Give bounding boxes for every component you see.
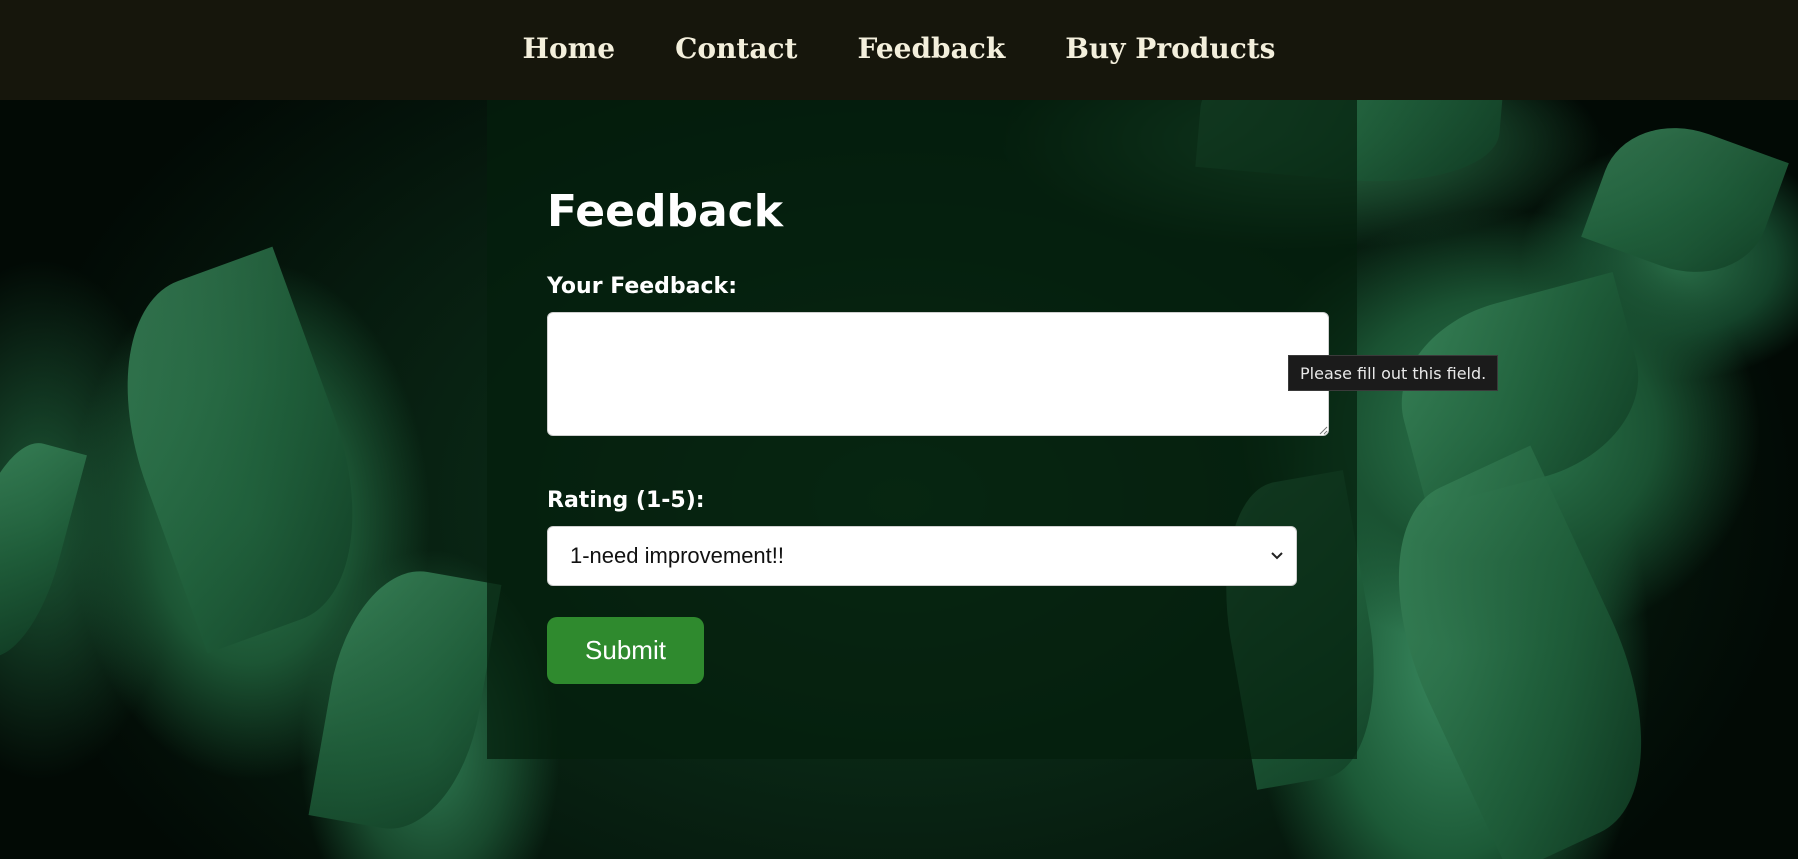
submit-button[interactable]: Submit	[547, 617, 704, 684]
nav-link-contact[interactable]: Contact	[675, 32, 797, 65]
rating-label: Rating (1-5):	[547, 488, 705, 513]
background-leaf	[308, 558, 502, 842]
top-navbar: Home Contact Feedback Buy Products	[0, 0, 1798, 100]
background-leaf	[1349, 445, 1691, 859]
background-leaf	[1581, 105, 1789, 295]
feedback-label: Your Feedback:	[547, 274, 737, 299]
validation-tooltip: Please fill out this field.	[1288, 355, 1499, 391]
feedback-textarea[interactable]	[547, 312, 1329, 436]
page-title: Feedback	[547, 186, 783, 237]
rating-select[interactable]: 1-need improvement!!	[547, 526, 1297, 586]
nav-link-buy-products[interactable]: Buy Products	[1065, 32, 1275, 65]
chevron-down-icon	[1271, 552, 1283, 560]
background-leaf	[84, 246, 396, 654]
nav-link-feedback[interactable]: Feedback	[858, 32, 1006, 65]
nav-link-home[interactable]: Home	[523, 32, 616, 65]
rating-selected-value: 1-need improvement!!	[570, 543, 784, 568]
background-leaf	[0, 432, 87, 668]
